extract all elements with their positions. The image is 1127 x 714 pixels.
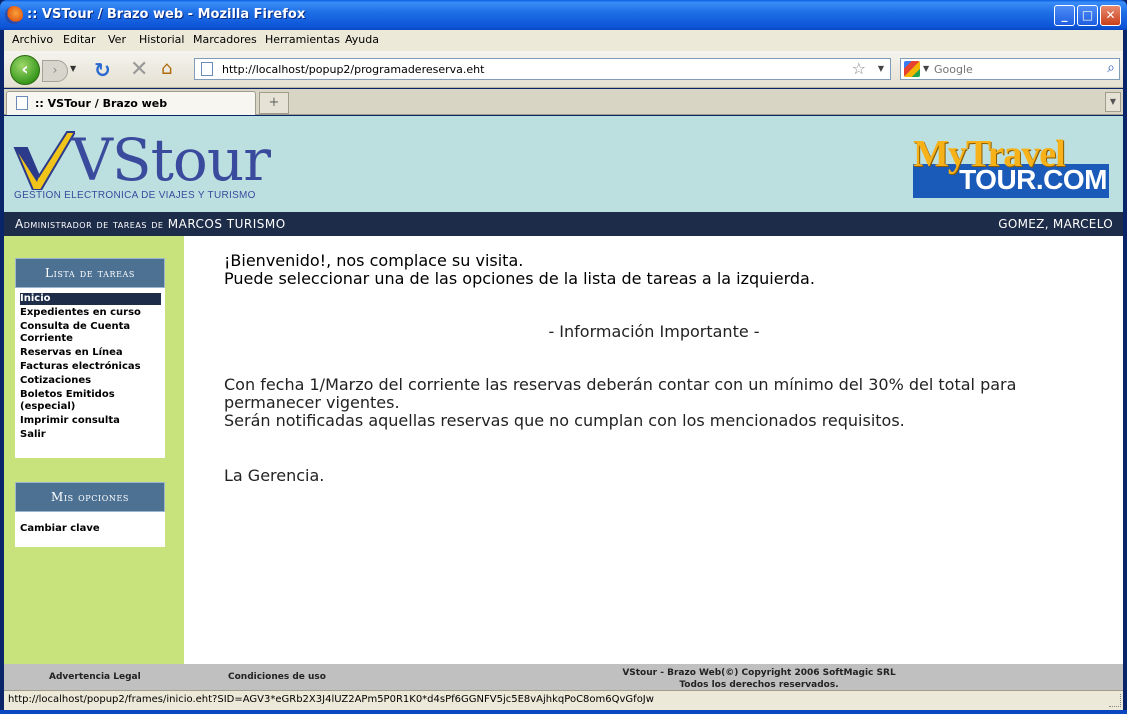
task-list-title: Lista de tareas xyxy=(15,258,165,288)
new-tab-button[interactable]: + xyxy=(259,92,289,114)
minimize-button[interactable]: _ xyxy=(1054,5,1075,26)
web-page: VStour GESTION ELECTRONICA DE VIAJES Y T… xyxy=(4,116,1123,690)
welcome-text: ¡Bienvenido!, nos complace su visita. Pu… xyxy=(224,252,815,288)
sidebar: Lista de tareas Inicio Expedientes en cu… xyxy=(4,236,184,664)
logo-text: VStour xyxy=(71,126,271,194)
admin-title: Administrador de tareas de MARCOS TURISM… xyxy=(15,217,286,231)
copyright-line: VStour - Brazo Web(©) Copyright 2006 Sof… xyxy=(622,668,896,678)
copyright-text: VStour - Brazo Web(©) Copyright 2006 Sof… xyxy=(594,667,924,690)
task-salir[interactable]: Salir xyxy=(20,429,161,441)
user-name: GOMEZ, MARCELO xyxy=(998,217,1113,231)
history-dropdown-icon[interactable]: ▼ xyxy=(70,64,76,73)
task-boletos[interactable]: Boletos Emitidos (especial) xyxy=(20,389,161,413)
notice-line-2: Serán notificadas aquellas reservas que … xyxy=(224,411,905,430)
task-inicio[interactable]: Inicio xyxy=(20,293,161,305)
site-header: VStour GESTION ELECTRONICA DE VIAJES Y T… xyxy=(4,116,1123,212)
menu-ayuda[interactable]: Ayuda xyxy=(345,33,379,46)
menu-historial[interactable]: Historial xyxy=(139,33,184,46)
navigation-toolbar: ‹ › ▼ ↻ ✕ ⌂ http://localhost/popup2/prog… xyxy=(4,51,1123,88)
notice-line-1: Con fecha 1/Marzo del corriente las rese… xyxy=(224,375,1017,412)
option-cambiar-clave[interactable]: Cambiar clave xyxy=(20,523,161,535)
notice-text: Con fecha 1/Marzo del corriente las rese… xyxy=(224,376,1084,430)
menu-ver[interactable]: Ver xyxy=(108,33,126,46)
address-bar[interactable]: http://localhost/popup2/programadereserv… xyxy=(194,58,891,80)
forward-button[interactable]: › xyxy=(42,60,68,82)
instructions-line: Puede seleccionar una de las opciones de… xyxy=(224,269,815,288)
task-reservas[interactable]: Reservas en Línea xyxy=(20,347,161,359)
mytraveltour-logo[interactable]: MyTravel TOUR.COM xyxy=(913,133,1109,198)
menu-archivo[interactable]: Archivo xyxy=(12,33,53,46)
window-titlebar: :: VSTour / Brazo web - Mozilla Firefox … xyxy=(0,0,1127,30)
google-icon[interactable] xyxy=(904,61,920,77)
admin-bar: Administrador de tareas de MARCOS TURISM… xyxy=(4,212,1123,236)
task-cuenta-corriente[interactable]: Consulta de Cuenta Corriente xyxy=(20,321,161,345)
menu-editar[interactable]: Editar xyxy=(63,33,96,46)
options-list: Cambiar clave xyxy=(15,512,165,545)
options-panel: Mis opciones Cambiar clave xyxy=(15,482,165,547)
menu-herramientas[interactable]: Herramientas xyxy=(265,33,340,46)
rights-line: Todos los derechos reservados. xyxy=(679,680,839,690)
welcome-line: ¡Bienvenido!, nos complace su visita. xyxy=(224,251,524,270)
url-dropdown-icon[interactable]: ▼ xyxy=(878,64,884,73)
close-button[interactable]: ✕ xyxy=(1100,5,1121,26)
search-input[interactable] xyxy=(934,61,1094,77)
info-title: - Información Importante - xyxy=(548,322,760,341)
task-expedientes[interactable]: Expedientes en curso xyxy=(20,307,161,319)
status-text: http://localhost/popup2/frames/inicio.eh… xyxy=(8,694,654,705)
task-imprimir[interactable]: Imprimir consulta xyxy=(20,415,161,427)
bookmark-star-icon[interactable]: ☆ xyxy=(852,59,866,78)
maximize-button[interactable]: □ xyxy=(1077,5,1098,26)
menu-bar: Archivo Editar Ver Historial Marcadores … xyxy=(4,30,1123,51)
stop-icon[interactable]: ✕ xyxy=(130,57,148,82)
terms-link[interactable]: Condiciones de uso xyxy=(228,672,326,682)
checkmark-logo-icon xyxy=(13,131,75,190)
logo-tagline: GESTION ELECTRONICA DE VIAJES Y TURISMO xyxy=(14,190,256,201)
signature: La Gerencia. xyxy=(224,466,325,485)
page-icon xyxy=(201,62,213,76)
status-bar: http://localhost/popup2/frames/inicio.eh… xyxy=(4,690,1123,710)
vstour-logo[interactable]: VStour GESTION ELECTRONICA DE VIAJES Y T… xyxy=(13,126,273,206)
brand-bottom-text: TOUR.COM xyxy=(959,164,1107,195)
tab-page-icon xyxy=(16,96,28,110)
search-icon[interactable]: ⌕ xyxy=(1107,60,1115,76)
options-title: Mis opciones xyxy=(15,482,165,512)
resize-grip-icon[interactable] xyxy=(1109,694,1121,707)
task-list-panel: Lista de tareas Inicio Expedientes en cu… xyxy=(15,258,165,458)
search-engine-dropdown-icon[interactable]: ▼ xyxy=(923,64,929,73)
back-button[interactable]: ‹ xyxy=(10,55,40,85)
task-facturas[interactable]: Facturas electrónicas xyxy=(20,361,161,373)
home-icon[interactable]: ⌂ xyxy=(161,58,172,79)
tab-bar: :: VSTour / Brazo web + ▼ xyxy=(4,89,1123,115)
url-text[interactable]: http://localhost/popup2/programadereserv… xyxy=(222,63,484,76)
task-cotizaciones[interactable]: Cotizaciones xyxy=(20,375,161,387)
tab-list-icon[interactable]: ▼ xyxy=(1105,92,1121,112)
tab-active[interactable]: :: VSTour / Brazo web xyxy=(6,91,256,115)
search-bar[interactable]: ▼ ⌕ xyxy=(900,58,1120,80)
task-list: Inicio Expedientes en curso Consulta de … xyxy=(15,288,165,451)
firefox-icon xyxy=(5,6,23,24)
window-frame-bottom xyxy=(0,710,1127,714)
window-title: :: VSTour / Brazo web - Mozilla Firefox xyxy=(27,7,306,22)
tab-label: :: VSTour / Brazo web xyxy=(35,97,168,110)
legal-link[interactable]: Advertencia Legal xyxy=(49,672,141,682)
menu-marcadores[interactable]: Marcadores xyxy=(193,33,257,46)
site-footer: Advertencia Legal Condiciones de uso VSt… xyxy=(4,664,1123,690)
reload-icon[interactable]: ↻ xyxy=(94,58,111,82)
